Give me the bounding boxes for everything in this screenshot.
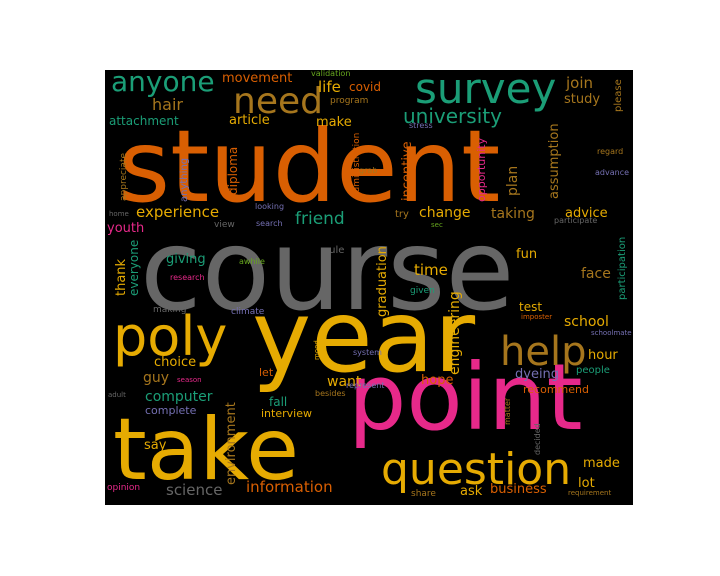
word-face: face	[581, 266, 611, 282]
word-engineering: engineering	[447, 291, 463, 375]
word-share: share	[411, 489, 436, 499]
word-sec: sec	[431, 221, 443, 229]
word-appreciate: appreciate	[119, 152, 129, 201]
word-guy: guy	[143, 370, 170, 386]
word-youth: youth	[107, 221, 145, 236]
word-rule: rule	[325, 245, 345, 256]
word-regard: regard	[597, 147, 624, 156]
word-program: program	[330, 96, 369, 106]
word-science: science	[166, 481, 223, 499]
word-article: article	[229, 113, 270, 128]
word-everyone: everyone	[127, 239, 141, 296]
word-search: search	[256, 219, 283, 228]
word-given: given	[410, 286, 435, 296]
word-school: school	[564, 314, 609, 330]
word-time: time	[414, 261, 448, 279]
word-recommend: recommend	[523, 383, 589, 396]
word-people: people	[576, 365, 610, 376]
word-environment: environment	[224, 402, 239, 485]
word-schoolmate: schoolmate	[591, 329, 632, 337]
word-life: life	[318, 78, 341, 96]
word-join: join	[566, 74, 594, 92]
word-looking: looking	[255, 202, 285, 211]
word-choice: choice	[154, 355, 197, 370]
word-anyone: anyone	[111, 70, 215, 98]
word-taking: taking	[491, 206, 535, 222]
word-opportunity: opportunity	[475, 137, 488, 202]
word-represent: represent	[346, 381, 385, 390]
word-make: make	[316, 115, 352, 130]
word-movement: movement	[222, 71, 293, 86]
word-diploma: diploma	[226, 146, 240, 195]
word-home: home	[109, 210, 129, 218]
word-participation: participation	[617, 236, 628, 300]
word-try: try	[395, 209, 409, 220]
word-awhile: awhile	[239, 257, 265, 266]
word-grab: grab	[359, 166, 378, 175]
word-let: let	[259, 366, 274, 379]
word-hair: hair	[152, 95, 183, 114]
word-say: say	[144, 438, 167, 453]
word-incentive: incentive	[400, 141, 415, 201]
word-graduation: graduation	[375, 246, 390, 317]
word-interview: interview	[261, 407, 312, 420]
word-research: research	[170, 273, 205, 282]
word-participate: participate	[554, 216, 598, 225]
word-making: making	[153, 305, 187, 315]
word-attachment: attachment	[109, 114, 179, 128]
word-information: information	[246, 478, 333, 496]
word-giving: giving	[166, 252, 206, 267]
word-cloud: student course year point take question …	[105, 70, 633, 505]
word-adult: adult	[108, 391, 126, 399]
word-system: system	[353, 348, 382, 357]
word-mood: mood	[313, 340, 321, 360]
word-imposter: imposter	[521, 313, 553, 321]
word-assumption: assumption	[547, 123, 562, 199]
word-requirement: requirement	[568, 489, 612, 497]
word-besides: besides	[315, 389, 346, 398]
word-fun: fun	[516, 247, 538, 262]
word-friend: friend	[295, 209, 345, 229]
word-student: student	[118, 108, 501, 225]
word-business: business	[490, 482, 547, 497]
word-please: please	[613, 79, 624, 112]
word-dyeing: dyeing	[515, 367, 560, 382]
word-view: view	[214, 220, 235, 230]
word-season: season	[177, 376, 202, 384]
word-hope: hope	[421, 373, 454, 388]
word-hour: hour	[588, 348, 618, 363]
word-anything: anything	[179, 157, 190, 202]
word-made: made	[583, 456, 620, 471]
word-stress: stress	[409, 121, 433, 130]
word-ask: ask	[460, 484, 483, 499]
word-complete: complete	[145, 404, 197, 417]
word-covid: covid	[349, 80, 381, 94]
word-experience: experience	[136, 203, 220, 221]
word-validation: validation	[311, 70, 351, 78]
word-plan: plan	[505, 165, 521, 196]
word-computer: computer	[145, 389, 213, 405]
word-climate: climate	[231, 307, 265, 317]
word-opinion: opinion	[107, 483, 141, 493]
word-matter: matter	[503, 397, 512, 425]
word-change: change	[419, 205, 471, 221]
word-help: help	[500, 329, 587, 375]
word-study: study	[564, 92, 601, 107]
word-decided: decided	[533, 423, 542, 455]
word-test: test	[519, 300, 543, 314]
word-advance: advance	[595, 168, 630, 177]
